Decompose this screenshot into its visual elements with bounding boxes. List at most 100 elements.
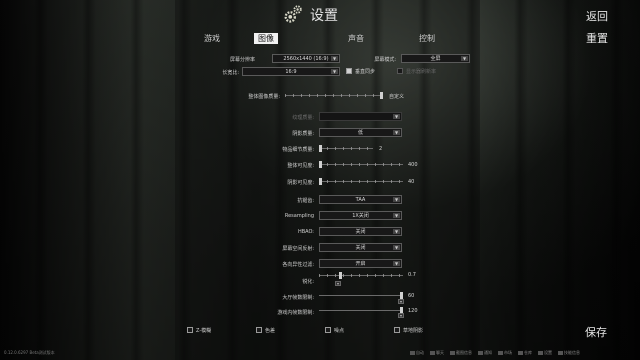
noise-checkbox[interactable]	[325, 327, 331, 333]
overall-quality-label: 整体图像质量:	[248, 94, 280, 100]
overall-visibility-value: 400	[408, 162, 418, 168]
slider-thumb[interactable]	[400, 292, 403, 299]
resolution-dropdown[interactable]: 2560x1440 (16:9) ▼	[272, 54, 340, 63]
taskbar-item[interactable]: 设置	[538, 350, 552, 356]
taskbar-item[interactable]: 自动	[410, 350, 424, 356]
shadow-quality-value: 低	[357, 130, 363, 136]
game-fps-value: 120	[408, 308, 418, 314]
lobby-fps-value: 60	[408, 293, 415, 299]
sharpness-slider[interactable]	[319, 272, 403, 280]
chevron-down-icon: ▼	[331, 69, 338, 74]
game-fps-label: 游戏内帧数限制:	[277, 310, 314, 316]
zblur-label: Z-模糊	[196, 328, 212, 334]
anisotropic-dropdown[interactable]: 开启 ▼	[319, 259, 402, 268]
overall-visibility-label: 整体可见度:	[287, 163, 314, 169]
reset-button[interactable]: 重置	[586, 30, 608, 46]
taskbar-item[interactable]: 截图信息	[450, 350, 472, 356]
settings-icon	[538, 351, 543, 355]
ssr-dropdown[interactable]: 关闭 ▼	[319, 243, 402, 252]
chevron-down-icon: ▼	[393, 213, 400, 218]
resolution-value: 2560x1440 (16:9)	[283, 55, 329, 62]
shadow-visibility-label: 阴影可见度:	[287, 180, 314, 186]
antialiasing-dropdown[interactable]: TAA ▼	[319, 195, 402, 204]
object-lod-slider[interactable]	[319, 145, 373, 153]
shadow-quality-dropdown[interactable]: 低 ▼	[319, 128, 402, 137]
overall-visibility-slider[interactable]	[319, 161, 403, 169]
anisotropic-value: 开启	[355, 261, 366, 267]
slider-thumb[interactable]	[380, 92, 383, 99]
settings-tabs: 游戏 图像 声音 控制	[0, 33, 640, 45]
slider-thumb[interactable]	[319, 161, 322, 168]
monitor-refresh-checkbox[interactable]	[397, 68, 403, 74]
ssr-label: 屏幕空间反射:	[282, 246, 314, 252]
chromatic-checkbox[interactable]	[256, 327, 262, 333]
market-icon	[498, 351, 503, 355]
game-fps-marker-icon: ▾	[398, 313, 404, 318]
tab-sound[interactable]: 声音	[348, 33, 364, 44]
aspect-value: 16:9	[285, 68, 297, 75]
taskbar-item[interactable]: 通知	[478, 350, 492, 356]
zblur-checkbox[interactable]	[187, 327, 193, 333]
taskbar-item[interactable]: 技能信息	[558, 350, 580, 356]
antialiasing-value: TAA	[355, 196, 366, 203]
chevron-down-icon: ▼	[461, 56, 468, 61]
vsync-label: 垂直同步	[355, 69, 376, 75]
screen-mode-dropdown[interactable]: 全屏 ▼	[401, 54, 470, 63]
shadow-quality-label: 阴影质量:	[292, 131, 314, 137]
chat-icon	[430, 351, 435, 355]
chevron-down-icon: ▼	[331, 56, 338, 61]
slider-thumb[interactable]	[319, 178, 322, 185]
shadow-visibility-value: 40	[408, 179, 415, 185]
aspect-dropdown[interactable]: 16:9 ▼	[242, 67, 340, 76]
chevron-down-icon: ▼	[393, 261, 400, 266]
chromatic-label: 色差	[265, 328, 276, 334]
vsync-checkbox[interactable]	[346, 68, 352, 74]
taskbar-item[interactable]: 聊天	[430, 350, 444, 356]
slider-thumb[interactable]	[319, 145, 322, 152]
lobby-fps-slider[interactable]	[319, 292, 403, 300]
texture-quality-dropdown[interactable]: ▼	[319, 112, 402, 121]
grass-shadow-checkbox[interactable]	[394, 327, 400, 333]
object-lod-label: 物品细节质量:	[282, 147, 314, 153]
tab-graphics[interactable]: 图像	[254, 33, 278, 44]
antialiasing-label: 抗锯齿:	[297, 198, 314, 204]
taskbar-item[interactable]: 市场	[498, 350, 512, 356]
aspect-label: 长宽比:	[222, 70, 239, 76]
chevron-down-icon: ▼	[393, 130, 400, 135]
screen-mode-label: 屏幕模式:	[374, 57, 396, 63]
bottom-taskbar: 自动 聊天 截图信息 通知 市场 仓库 设置 技能信息	[410, 350, 580, 356]
taskbar-item[interactable]: 仓库	[518, 350, 532, 356]
hbao-label: HBAO:	[297, 229, 314, 235]
page-title: 设置	[310, 8, 338, 24]
chevron-down-icon: ▼	[393, 245, 400, 250]
monitor-refresh-label: 显示器刷新率	[406, 69, 437, 75]
resampling-value: 1X关闭	[352, 213, 369, 219]
hbao-dropdown[interactable]: 关闭 ▼	[319, 227, 402, 236]
slider-thumb[interactable]	[339, 272, 342, 279]
gear-icon	[284, 5, 302, 23]
object-lod-value: 2	[379, 146, 383, 152]
shadow-visibility-slider[interactable]	[319, 178, 403, 186]
resampling-label: Resampling	[284, 213, 314, 219]
chevron-down-icon: ▼	[393, 197, 400, 202]
sharpness-label: 锐化:	[302, 279, 314, 285]
tab-controls[interactable]: 控制	[419, 33, 435, 44]
notification-icon	[478, 351, 483, 355]
stash-icon	[518, 351, 523, 355]
screen-mode-value: 全屏	[430, 56, 441, 62]
sharpness-value: 0.7	[408, 272, 416, 278]
chevron-down-icon: ▼	[393, 229, 400, 234]
lobby-fps-label: 大厅帧数限制:	[282, 295, 314, 301]
texture-quality-label: 纹理质量:	[292, 115, 314, 121]
save-button[interactable]: 保存	[585, 324, 607, 340]
hbao-value: 关闭	[355, 229, 366, 235]
back-button[interactable]: 返回	[586, 8, 608, 24]
overall-quality-slider[interactable]	[285, 92, 383, 100]
anisotropic-label: 各向异性过滤:	[282, 262, 314, 268]
resampling-dropdown[interactable]: 1X关闭 ▼	[319, 211, 402, 220]
tab-game[interactable]: 游戏	[204, 33, 220, 44]
skills-icon	[558, 351, 563, 355]
game-fps-slider[interactable]	[319, 307, 403, 315]
chevron-down-icon: ▼	[393, 114, 400, 119]
auto-icon	[410, 351, 415, 355]
